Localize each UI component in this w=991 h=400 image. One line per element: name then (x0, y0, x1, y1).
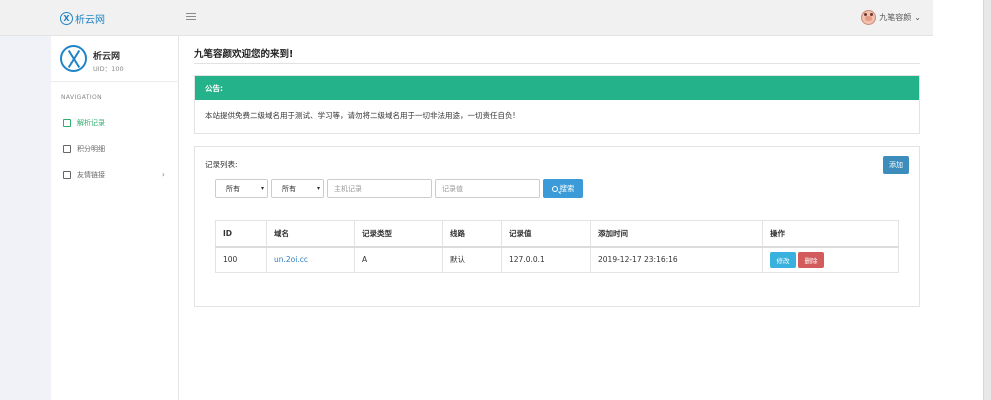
scrollbar[interactable] (983, 0, 991, 400)
notice-panel: 公告: 本站提供免费二级域名用于测试、学习等，请勿将二级域名用于一切非法用途，一… (194, 75, 920, 134)
table-row: 100 un.2oi.cc A 默认 127.0.0.1 2019-12-17 … (215, 246, 899, 273)
profile-card: 析云网 UID：100 (51, 36, 179, 82)
edit-button[interactable]: 修改 (770, 251, 796, 268)
sidebar: 析云网 UID：100 NAVIGATION 解析记录 积分明细 友情链接 › (51, 36, 179, 400)
page-title: 九笔容颜欢迎您的来到! (194, 49, 294, 60)
brand[interactable]: X 析云网 (60, 11, 105, 26)
sidebar-item-label: 积分明细 (77, 145, 105, 153)
domain-link[interactable]: un.2oi.cc (266, 246, 355, 273)
add-button[interactable]: 添加 (883, 156, 909, 174)
divider (194, 63, 920, 64)
col-header: ID (215, 220, 267, 248)
filter-bar: 所有 ▾ 所有 ▾ 搜索 (215, 179, 583, 198)
table-header-row: ID 域名 记录类型 线路 记录值 添加时间 操作 (215, 220, 899, 248)
main-content: 九笔容颜欢迎您的来到! 公告: 本站提供免费二级域名用于测试、学习等，请勿将二级… (179, 36, 933, 400)
record-value-input[interactable] (435, 179, 540, 198)
cell-value: 127.0.0.1 (501, 246, 591, 273)
dropdown-arrow-icon: ▾ (316, 185, 320, 192)
brand-logo-icon: X (60, 12, 73, 25)
sidebar-item-links[interactable]: 友情链接 › (51, 166, 179, 184)
sidebar-item-points[interactable]: 积分明细 (51, 140, 179, 158)
delete-button[interactable]: 删除 (798, 251, 824, 268)
col-header: 记录值 (501, 220, 591, 248)
top-bar: X 析云网 九笔容颜 ⌄ (0, 0, 933, 36)
nav-heading: NAVIGATION (61, 94, 103, 101)
cell-id: 100 (215, 246, 267, 273)
type-select-value: 所有 (226, 184, 240, 193)
user-link-icon (63, 171, 71, 179)
host-record-input[interactable] (327, 179, 432, 198)
profile-site-name: 析云网 (93, 52, 121, 62)
cell-time: 2019-12-17 23:16:16 (590, 246, 763, 273)
brand-name: 析云网 (75, 15, 105, 26)
col-header: 域名 (266, 220, 355, 248)
line-select[interactable]: 所有 ▾ (271, 179, 324, 198)
col-header: 记录类型 (354, 220, 443, 248)
notice-title: 公告: (195, 76, 919, 100)
sidebar-item-records[interactable]: 解析记录 (51, 114, 179, 132)
chevron-down-icon: ⌄ (914, 13, 921, 22)
profile-uid: UID：100 (93, 65, 124, 73)
records-panel: 记录列表: 添加 所有 ▾ 所有 ▾ 搜索 (194, 146, 920, 307)
sidebar-item-label: 解析记录 (77, 119, 105, 127)
dropdown-arrow-icon: ▾ (260, 185, 264, 192)
cell-line: 默认 (442, 246, 502, 273)
search-icon (551, 185, 558, 192)
sidebar-item-label: 友情链接 (77, 171, 105, 179)
col-header: 线路 (442, 220, 502, 248)
user-name: 九笔容颜 (879, 13, 912, 22)
search-button-label: 搜索 (559, 184, 575, 193)
app-window: X 析云网 九笔容颜 ⌄ 析云网 UID：100 NAVIGATION 解析记录… (0, 0, 933, 400)
site-logo-icon (60, 45, 87, 72)
search-button[interactable]: 搜索 (543, 179, 583, 198)
col-header: 添加时间 (590, 220, 763, 248)
home-icon (63, 119, 71, 127)
type-select[interactable]: 所有 ▾ (215, 179, 268, 198)
line-select-value: 所有 (282, 184, 296, 193)
records-label: 记录列表: (205, 160, 238, 169)
user-menu[interactable]: 九笔容颜 ⌄ (861, 10, 921, 25)
cell-type: A (354, 246, 443, 273)
chevron-right-icon: › (161, 170, 165, 179)
records-table: ID 域名 记录类型 线路 记录值 添加时间 操作 100 un.2oi.cc … (215, 220, 899, 273)
col-header: 操作 (762, 220, 899, 248)
cell-actions: 修改 删除 (762, 246, 899, 273)
notice-text: 本站提供免费二级域名用于测试、学习等，请勿将二级域名用于一切非法用途，一切责任自… (205, 111, 516, 120)
menu-toggle-icon[interactable] (186, 13, 196, 21)
points-icon (63, 145, 71, 153)
avatar (861, 10, 877, 25)
